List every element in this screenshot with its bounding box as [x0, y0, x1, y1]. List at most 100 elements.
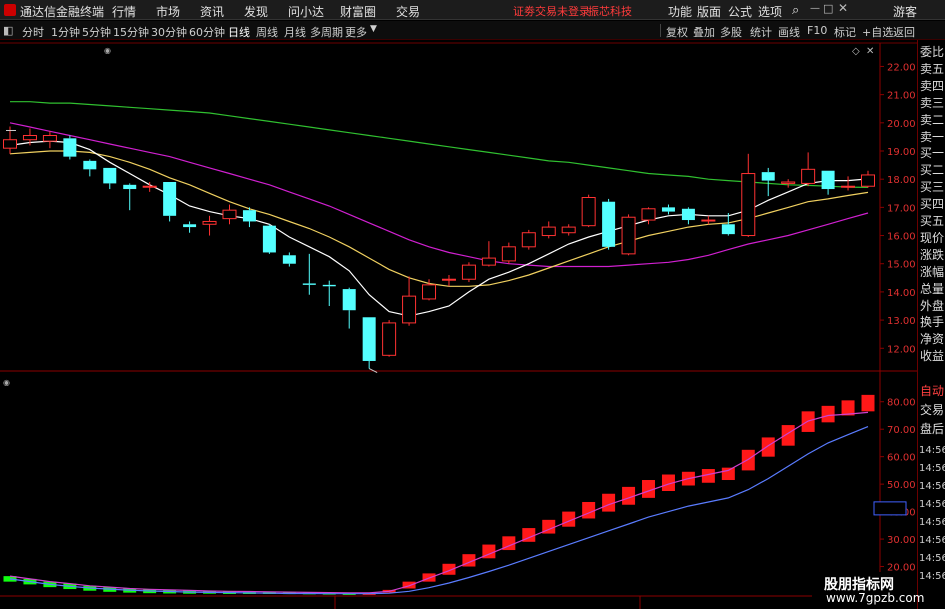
btn-tongji[interactable]: 统计: [750, 24, 772, 40]
menu-item-xuanxiang[interactable]: 选项: [758, 3, 782, 20]
candle-body: [781, 181, 796, 184]
menu-item-gongneng[interactable]: 功能: [668, 3, 692, 20]
indicator-dot-icon: ◉: [104, 46, 111, 55]
candle-body: [22, 135, 37, 141]
btn-duogu[interactable]: 多股: [720, 24, 742, 40]
main-y-tick-label: 18.00: [887, 175, 916, 186]
watermark: 股朋指标网 www.7gpzb.com: [812, 572, 924, 609]
period-daily[interactable]: 日线: [228, 24, 250, 40]
candle-body: [163, 182, 177, 216]
period-weekly[interactable]: 周线: [256, 24, 278, 40]
indicator-bar: [861, 394, 875, 412]
quote-label-18: 收益: [920, 349, 945, 364]
quote-label-21: 盘后: [920, 422, 945, 436]
period-5min[interactable]: 5分钟: [82, 24, 111, 40]
quote-label-19[interactable]: 自动: [920, 384, 944, 398]
quote-label-10: 买五: [920, 214, 945, 228]
period-60min[interactable]: 60分钟: [189, 24, 225, 40]
main-y-tick-label: 19.00: [887, 147, 916, 158]
candle-body: [342, 289, 356, 311]
sub-indicator-chart: ◉20.0030.0040.0050.0060.0070.0080.00: [3, 378, 916, 609]
btn-huaxian[interactable]: 画线: [778, 24, 800, 40]
watermark-url: www.7gpzb.com: [826, 591, 925, 605]
indicator-bar: [761, 437, 775, 457]
btn-add-watchlist[interactable]: +自选: [862, 24, 893, 40]
period-more[interactable]: 更多: [345, 24, 367, 40]
quote-label-13: 涨幅: [920, 264, 945, 279]
guest-label[interactable]: 游客: [893, 3, 917, 20]
toolbar-menu-icon[interactable]: ◧: [3, 24, 13, 37]
candle-body: [63, 138, 77, 157]
maximize-icon[interactable]: □: [823, 2, 833, 15]
candle-body: [541, 226, 556, 237]
menu-item-wenxiaoda[interactable]: 问小达: [288, 3, 324, 20]
period-fenshi[interactable]: 分时: [22, 24, 44, 40]
candle-body: [461, 264, 476, 280]
main-y-tick-label: 14.00: [887, 288, 916, 299]
indicator-bar: [781, 425, 795, 446]
main-y-tick-label: 21.00: [887, 91, 916, 102]
quote-label-17: 净资: [920, 332, 945, 347]
candle-body: [42, 135, 57, 142]
candle-body: [183, 224, 197, 228]
candle-body: [701, 219, 716, 222]
candle-body: [861, 174, 875, 187]
life-line: [9, 426, 869, 595]
candle-body: [761, 172, 775, 181]
candle-body: [222, 209, 237, 220]
candle-body: [382, 322, 397, 356]
main-y-tick-label: 20.00: [887, 119, 916, 130]
ma10-line: [9, 150, 869, 287]
menu-item-jiaoyi[interactable]: 交易: [396, 3, 420, 20]
app-title: 通达信金融终端: [20, 5, 105, 19]
period-monthly[interactable]: 月线: [284, 24, 306, 40]
btn-fuquan[interactable]: 复权: [666, 24, 688, 40]
more-chevron-icon[interactable]: ▼: [370, 24, 377, 34]
minimize-icon[interactable]: —: [810, 3, 820, 14]
sub-y-tick-label: 70.00: [887, 425, 916, 436]
search-icon[interactable]: ⌕: [792, 3, 799, 18]
candle-body: [841, 185, 856, 188]
quote-label-7: 买二: [920, 163, 945, 178]
btn-biaoji[interactable]: 标记: [834, 24, 856, 40]
close-icon[interactable]: ✕: [838, 1, 848, 15]
menu-bar: 通达信金融终端 行情 市场 资讯 发现 问小达 财富圈 交易 证劵交易未登录 振…: [0, 0, 945, 20]
candle-body: [521, 232, 536, 248]
indicator-bar: [821, 405, 835, 423]
candle-body: [621, 216, 636, 255]
candle-body: [83, 160, 97, 170]
btn-f10[interactable]: F10: [807, 24, 827, 37]
period-30min[interactable]: 30分钟: [151, 24, 187, 40]
indicator-bar: [582, 501, 596, 519]
main-y-tick-label: 15.00: [887, 260, 916, 271]
value-tag-box: [873, 501, 907, 516]
menu-item-gongshi[interactable]: 公式: [728, 3, 752, 20]
candle-body: [302, 283, 316, 285]
quote-label-20: 交易: [920, 403, 945, 417]
quote-label-6: 买一: [920, 146, 945, 161]
btn-back[interactable]: 返回: [893, 24, 915, 40]
quote-label-16: 换手: [920, 315, 945, 330]
menu-item-zixun[interactable]: 资讯: [200, 3, 224, 20]
candle-body: [501, 246, 516, 262]
main-y-tick-label: 16.00: [887, 232, 916, 243]
quote-label-9: 买四: [920, 197, 945, 212]
period-multi[interactable]: 多周期: [310, 24, 343, 40]
menu-item-shichang[interactable]: 市场: [156, 3, 180, 20]
candle-body: [801, 168, 816, 184]
stock-name-title: 振芯科技: [588, 5, 632, 18]
menu-item-hangqing[interactable]: 行情: [112, 3, 136, 20]
quote-label-12: 涨跌: [920, 247, 945, 262]
period-1min[interactable]: 1分钟: [51, 24, 80, 40]
candle-body: [103, 167, 117, 184]
candle-body: [422, 284, 437, 300]
menu-item-banmian[interactable]: 版面: [697, 3, 721, 20]
menu-item-faxian[interactable]: 发现: [244, 3, 268, 20]
candle-body: [202, 220, 217, 225]
sub-y-tick-label: 60.00: [887, 453, 916, 464]
login-status[interactable]: 证劵交易未登录: [513, 3, 590, 19]
btn-diejia[interactable]: 叠加: [693, 24, 715, 40]
ma5-line: [9, 140, 869, 317]
menu-item-caifuquan[interactable]: 财富圈: [340, 3, 376, 20]
period-15min[interactable]: 15分钟: [113, 24, 149, 40]
